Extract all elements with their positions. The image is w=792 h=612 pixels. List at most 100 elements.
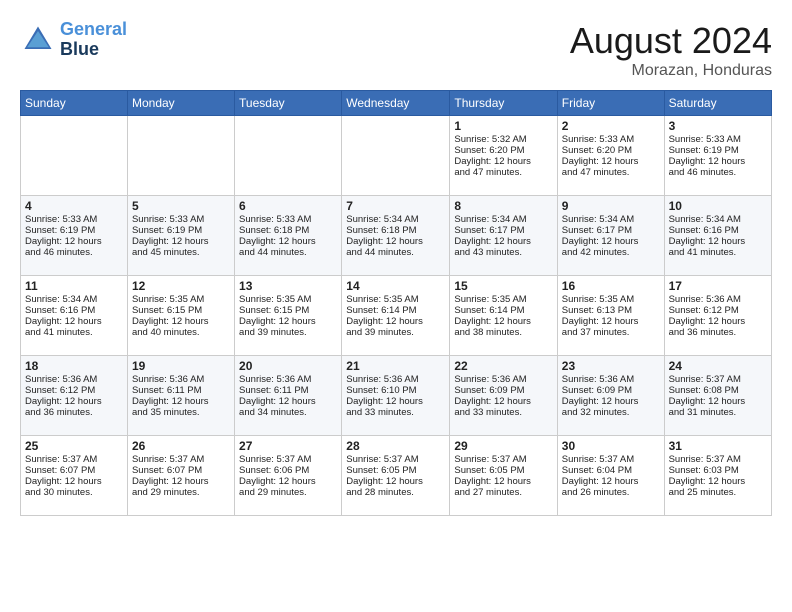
day-content: and 36 minutes. (25, 407, 123, 418)
day-number: 29 (454, 439, 552, 453)
calendar-cell: 27Sunrise: 5:37 AMSunset: 6:06 PMDayligh… (235, 436, 342, 516)
day-content: Daylight: 12 hours (454, 316, 552, 327)
day-content: and 31 minutes. (669, 407, 767, 418)
day-content: and 34 minutes. (239, 407, 337, 418)
weekday-header-monday: Monday (127, 91, 234, 116)
day-content: Sunset: 6:17 PM (562, 225, 660, 236)
day-content: Sunrise: 5:36 AM (669, 294, 767, 305)
day-content: Daylight: 12 hours (669, 396, 767, 407)
day-content: and 29 minutes. (132, 487, 230, 498)
calendar-cell: 28Sunrise: 5:37 AMSunset: 6:05 PMDayligh… (342, 436, 450, 516)
weekday-header-friday: Friday (557, 91, 664, 116)
day-content: and 28 minutes. (346, 487, 445, 498)
day-content: Sunset: 6:20 PM (454, 145, 552, 156)
day-content: Daylight: 12 hours (346, 396, 445, 407)
day-content: Sunrise: 5:37 AM (239, 454, 337, 465)
day-content: Daylight: 12 hours (25, 316, 123, 327)
day-content: Daylight: 12 hours (132, 236, 230, 247)
day-number: 2 (562, 119, 660, 133)
day-content: Daylight: 12 hours (454, 236, 552, 247)
day-content: and 44 minutes. (239, 247, 337, 258)
day-number: 27 (239, 439, 337, 453)
calendar-cell: 22Sunrise: 5:36 AMSunset: 6:09 PMDayligh… (450, 356, 557, 436)
calendar-cell: 31Sunrise: 5:37 AMSunset: 6:03 PMDayligh… (664, 436, 771, 516)
day-content: Sunrise: 5:33 AM (25, 214, 123, 225)
day-number: 3 (669, 119, 767, 133)
day-content: Sunset: 6:17 PM (454, 225, 552, 236)
calendar-cell (342, 116, 450, 196)
calendar-cell: 18Sunrise: 5:36 AMSunset: 6:12 PMDayligh… (21, 356, 128, 436)
day-number: 14 (346, 279, 445, 293)
day-content: and 33 minutes. (454, 407, 552, 418)
day-content: Sunset: 6:07 PM (132, 465, 230, 476)
day-content: Sunset: 6:14 PM (346, 305, 445, 316)
day-content: Daylight: 12 hours (25, 236, 123, 247)
day-number: 12 (132, 279, 230, 293)
day-content: Daylight: 12 hours (562, 476, 660, 487)
day-content: Daylight: 12 hours (25, 396, 123, 407)
day-content: Sunset: 6:20 PM (562, 145, 660, 156)
day-content: Sunset: 6:05 PM (454, 465, 552, 476)
weekday-header-thursday: Thursday (450, 91, 557, 116)
calendar-cell: 6Sunrise: 5:33 AMSunset: 6:18 PMDaylight… (235, 196, 342, 276)
day-content: Daylight: 12 hours (132, 476, 230, 487)
day-content: Sunset: 6:19 PM (132, 225, 230, 236)
day-content: and 42 minutes. (562, 247, 660, 258)
day-content: and 38 minutes. (454, 327, 552, 338)
day-number: 7 (346, 199, 445, 213)
day-content: and 41 minutes. (25, 327, 123, 338)
day-number: 20 (239, 359, 337, 373)
day-content: Sunrise: 5:35 AM (132, 294, 230, 305)
day-number: 9 (562, 199, 660, 213)
day-content: Sunset: 6:07 PM (25, 465, 123, 476)
day-content: and 35 minutes. (132, 407, 230, 418)
calendar-cell: 10Sunrise: 5:34 AMSunset: 6:16 PMDayligh… (664, 196, 771, 276)
day-number: 10 (669, 199, 767, 213)
day-content: Sunrise: 5:33 AM (239, 214, 337, 225)
day-content: and 46 minutes. (669, 167, 767, 178)
day-content: Daylight: 12 hours (454, 156, 552, 167)
calendar-cell: 11Sunrise: 5:34 AMSunset: 6:16 PMDayligh… (21, 276, 128, 356)
day-number: 23 (562, 359, 660, 373)
day-content: Sunrise: 5:37 AM (562, 454, 660, 465)
day-number: 13 (239, 279, 337, 293)
calendar-cell: 29Sunrise: 5:37 AMSunset: 6:05 PMDayligh… (450, 436, 557, 516)
day-content: Sunrise: 5:33 AM (562, 134, 660, 145)
calendar-table: SundayMondayTuesdayWednesdayThursdayFrid… (20, 90, 772, 516)
day-content: and 47 minutes. (454, 167, 552, 178)
day-content: Sunset: 6:16 PM (669, 225, 767, 236)
day-content: Daylight: 12 hours (562, 316, 660, 327)
day-content: Daylight: 12 hours (239, 396, 337, 407)
day-content: and 45 minutes. (132, 247, 230, 258)
calendar-cell: 30Sunrise: 5:37 AMSunset: 6:04 PMDayligh… (557, 436, 664, 516)
day-content: Sunrise: 5:36 AM (562, 374, 660, 385)
calendar-cell: 24Sunrise: 5:37 AMSunset: 6:08 PMDayligh… (664, 356, 771, 436)
day-content: Sunset: 6:15 PM (239, 305, 337, 316)
day-number: 19 (132, 359, 230, 373)
day-content: Sunset: 6:09 PM (454, 385, 552, 396)
day-number: 15 (454, 279, 552, 293)
calendar-cell: 7Sunrise: 5:34 AMSunset: 6:18 PMDaylight… (342, 196, 450, 276)
day-content: Sunrise: 5:37 AM (132, 454, 230, 465)
day-content: Sunrise: 5:36 AM (239, 374, 337, 385)
day-content: Daylight: 12 hours (454, 476, 552, 487)
day-number: 28 (346, 439, 445, 453)
day-content: and 33 minutes. (346, 407, 445, 418)
day-content: and 39 minutes. (346, 327, 445, 338)
calendar-cell: 20Sunrise: 5:36 AMSunset: 6:11 PMDayligh… (235, 356, 342, 436)
day-content: and 41 minutes. (669, 247, 767, 258)
day-content: Sunset: 6:19 PM (669, 145, 767, 156)
day-content: Daylight: 12 hours (239, 476, 337, 487)
day-content: and 44 minutes. (346, 247, 445, 258)
weekday-header-saturday: Saturday (664, 91, 771, 116)
day-content: Daylight: 12 hours (562, 396, 660, 407)
logo-icon (20, 22, 56, 58)
day-content: Sunrise: 5:36 AM (132, 374, 230, 385)
calendar-cell: 16Sunrise: 5:35 AMSunset: 6:13 PMDayligh… (557, 276, 664, 356)
calendar-cell: 5Sunrise: 5:33 AMSunset: 6:19 PMDaylight… (127, 196, 234, 276)
day-content: Sunset: 6:12 PM (25, 385, 123, 396)
day-content: Sunset: 6:16 PM (25, 305, 123, 316)
day-content: Sunrise: 5:33 AM (132, 214, 230, 225)
day-content: Sunrise: 5:32 AM (454, 134, 552, 145)
day-content: Daylight: 12 hours (669, 236, 767, 247)
